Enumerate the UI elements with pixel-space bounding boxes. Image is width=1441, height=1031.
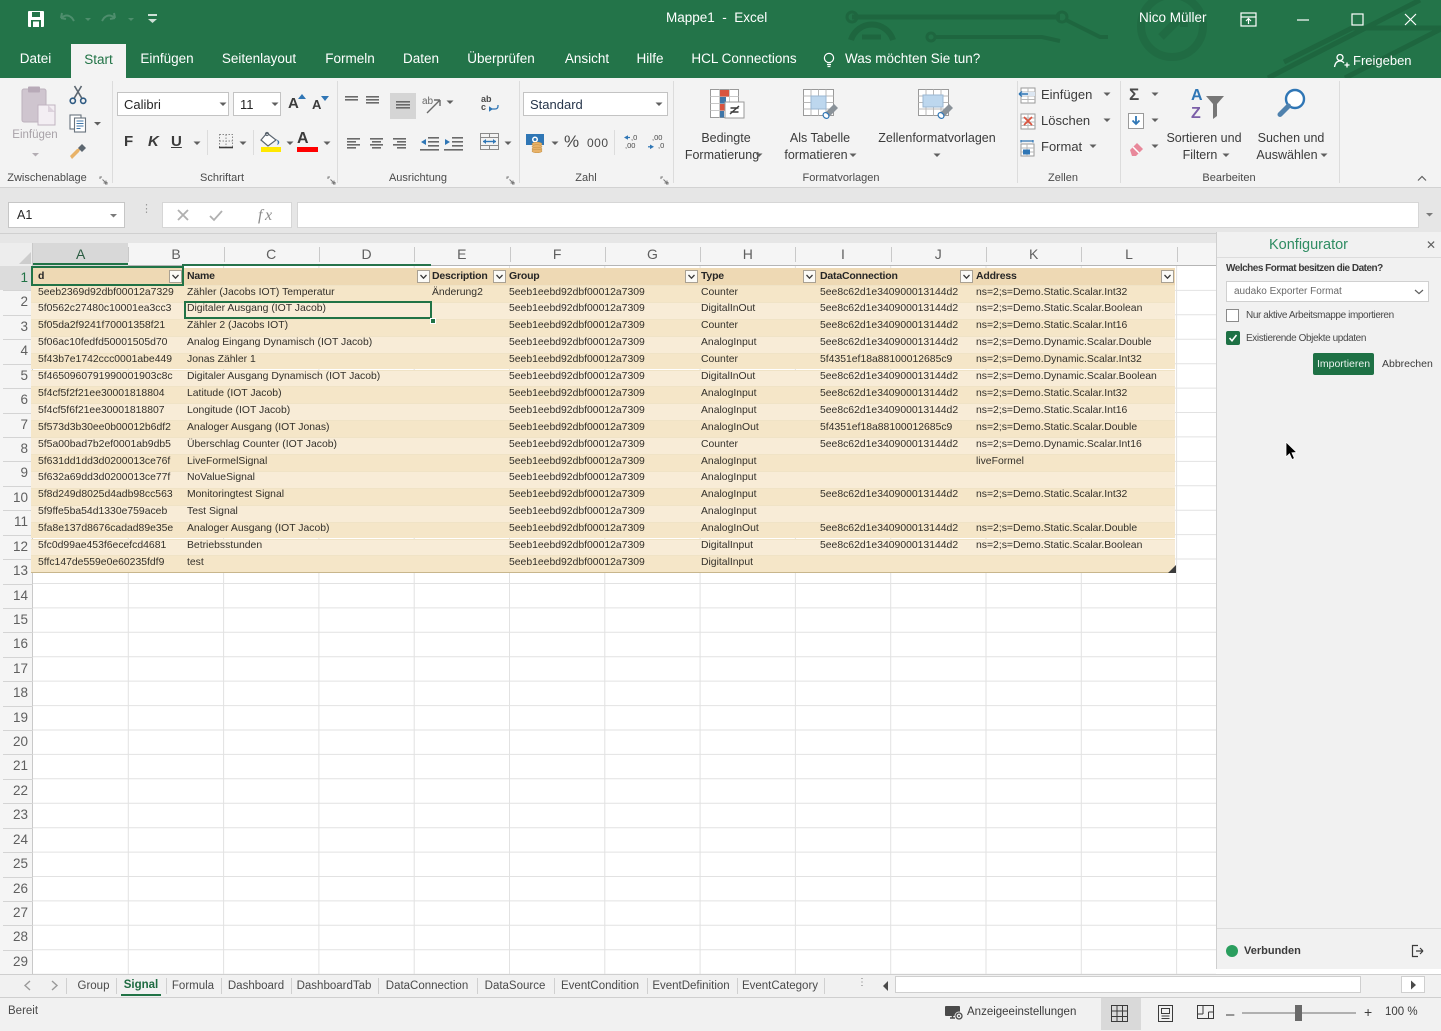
svg-text:x: x	[264, 207, 272, 224]
svg-text:Z: Z	[1191, 105, 1201, 122]
svg-text:A: A	[1191, 87, 1203, 104]
svg-text:f: f	[258, 207, 265, 224]
